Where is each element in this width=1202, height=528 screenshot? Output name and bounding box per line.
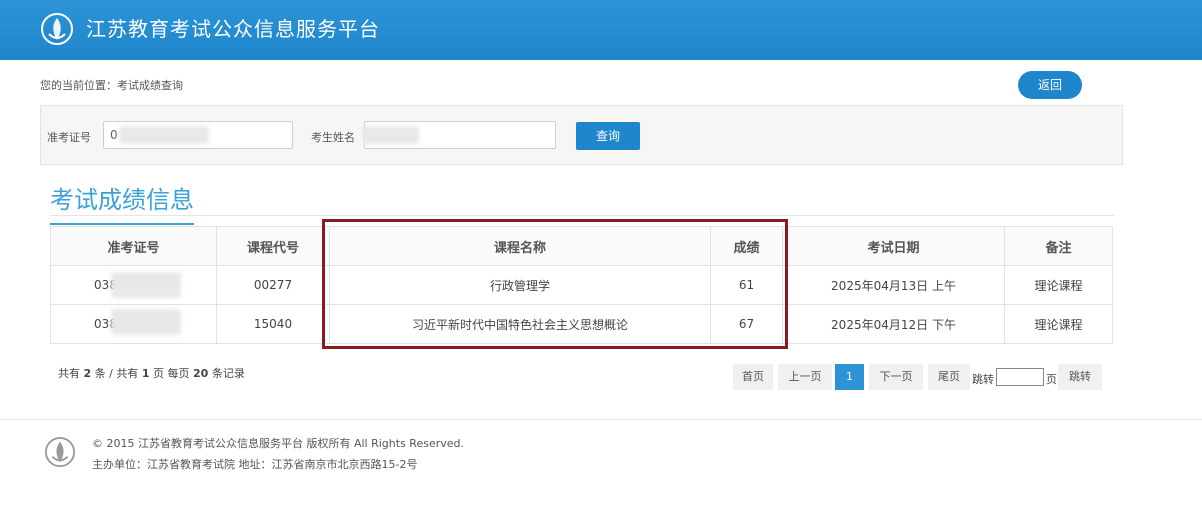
cell-remark: 理论课程 xyxy=(1004,304,1113,344)
summary-text: 共有 xyxy=(58,367,80,380)
cell-remark: 理论课程 xyxy=(1004,265,1113,305)
page-count: 1 xyxy=(141,367,150,380)
redacted-admission-number xyxy=(119,126,209,144)
col-header-course-code: 课程代号 xyxy=(216,226,330,266)
emblem-icon xyxy=(41,13,73,45)
jump-button[interactable]: 跳转 xyxy=(1058,364,1102,390)
cell-course-code: 00277 xyxy=(216,265,330,305)
back-button[interactable]: 返回 xyxy=(1018,71,1082,99)
col-header-remark: 备注 xyxy=(1004,226,1113,266)
name-label: 考生姓名 xyxy=(311,131,355,144)
admission-number-label: 准考证号 xyxy=(47,131,91,144)
section-title: 考试成绩信息 xyxy=(50,180,194,225)
cell-score: 61 xyxy=(710,265,783,305)
emblem-icon xyxy=(44,436,76,468)
search-panel: 准考证号 考生姓名 查询 xyxy=(40,105,1123,165)
top-header: 江苏教育考试公众信息服务平台 xyxy=(0,0,1202,60)
cell-course-name: 行政管理学 xyxy=(329,265,711,305)
jump-page-input[interactable] xyxy=(996,368,1044,386)
redacted-name xyxy=(363,126,419,144)
site-title: 江苏教育考试公众信息服务平台 xyxy=(86,17,380,41)
cell-course-code: 15040 xyxy=(216,304,330,344)
jump-label: 跳转 xyxy=(972,373,994,386)
results-table: 准考证号 课程代号 课程名称 成绩 考试日期 备注 038 00277 行政管理… xyxy=(50,226,1113,344)
redacted-admission-number xyxy=(111,309,181,335)
next-page-button[interactable]: 下一页 xyxy=(869,364,923,390)
cell-exam-date: 2025年04月12日 下午 xyxy=(782,304,1005,344)
col-header-score: 成绩 xyxy=(710,226,783,266)
summary-text: 页 每页 xyxy=(153,367,190,380)
page-unit-label: 页 xyxy=(1046,373,1057,386)
record-summary: 共有 2 条 / 共有 1 页 每页 20 条记录 xyxy=(58,365,245,381)
summary-text: 条 / 共有 xyxy=(94,367,139,380)
col-header-course-name: 课程名称 xyxy=(329,226,711,266)
table-header-row: 准考证号 课程代号 课程名称 成绩 考试日期 备注 xyxy=(50,226,1113,266)
footer-copyright: © 2015 江苏省教育考试公众信息服务平台 版权所有 All Rights R… xyxy=(92,437,465,450)
first-page-button[interactable]: 首页 xyxy=(733,364,773,390)
cell-score: 67 xyxy=(710,304,783,344)
cell-admission-number: 038 xyxy=(50,304,217,344)
cell-admission-number: 038 xyxy=(50,265,217,305)
last-page-button[interactable]: 尾页 xyxy=(928,364,970,390)
table-row: 038 15040 习近平新时代中国特色社会主义思想概论 67 2025年04月… xyxy=(50,304,1113,344)
footer-host-address: 主办单位：江苏省教育考试院 地址：江苏省南京市北京西路15-2号 xyxy=(92,458,418,471)
summary-text: 条记录 xyxy=(211,367,245,380)
col-header-exam-date: 考试日期 xyxy=(782,226,1005,266)
page-1-button[interactable]: 1 xyxy=(835,364,864,390)
prev-page-button[interactable]: 上一页 xyxy=(778,364,832,390)
cell-course-name: 习近平新时代中国特色社会主义思想概论 xyxy=(329,304,711,344)
cell-exam-date: 2025年04月13日 上午 xyxy=(782,265,1005,305)
query-button[interactable]: 查询 xyxy=(576,122,640,150)
section-divider xyxy=(50,215,1114,216)
total-count: 2 xyxy=(83,367,92,380)
per-page-count: 20 xyxy=(193,367,209,380)
col-header-admission-number: 准考证号 xyxy=(50,226,217,266)
redacted-admission-number xyxy=(111,272,181,298)
table-row: 038 00277 行政管理学 61 2025年04月13日 上午 理论课程 xyxy=(50,265,1113,305)
breadcrumb: 您的当前位置：考试成绩查询 xyxy=(40,79,183,92)
footer-divider xyxy=(0,419,1202,420)
